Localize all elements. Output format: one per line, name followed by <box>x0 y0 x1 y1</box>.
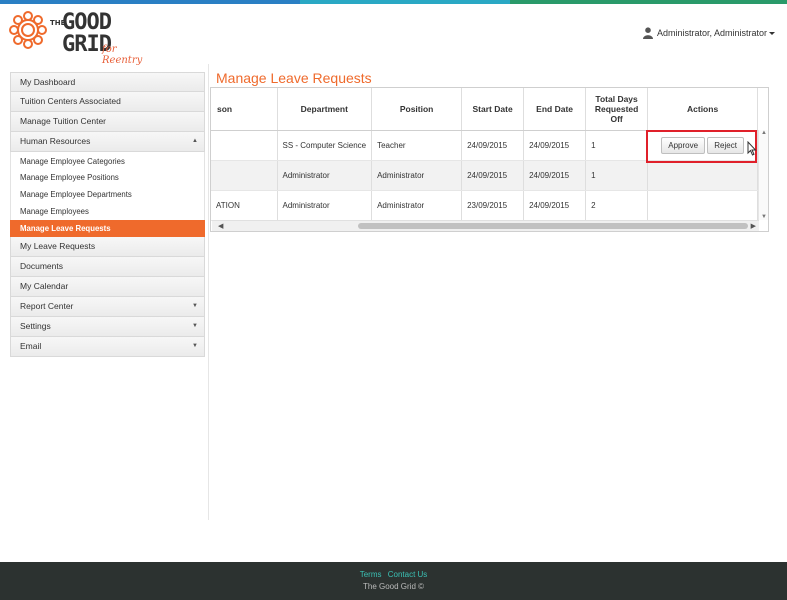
sidebar-item-manage-tuition-center[interactable]: Manage Tuition Center <box>10 112 205 132</box>
header-end-date[interactable]: End Date <box>523 88 587 131</box>
sidebar-item-label: My Dashboard <box>20 77 76 87</box>
sidebar-item-human-resources[interactable]: Human Resources ▲ <box>10 132 205 152</box>
sunflower-logo-icon <box>9 11 47 49</box>
scroll-left-icon[interactable]: ◀ <box>218 222 223 230</box>
scroll-down-icon[interactable]: ▼ <box>761 214 767 220</box>
highlight-box <box>646 130 757 163</box>
cell-end-date: 24/09/2015 <box>523 160 587 191</box>
sidebar-item-settings[interactable]: Settings ▼ <box>10 317 205 337</box>
sidebar-item-tuition-centers-associated[interactable]: Tuition Centers Associated <box>10 92 205 112</box>
cell-actions <box>647 160 759 191</box>
user-icon <box>642 27 653 39</box>
chevron-down-icon: ▼ <box>192 343 198 349</box>
sidebar-item-manage-employee-positions[interactable]: Manage Employee Positions <box>10 169 205 186</box>
sidebar-item-label: Manage Tuition Center <box>20 116 106 126</box>
contact-us-link[interactable]: Contact Us <box>388 570 428 579</box>
sidebar-item-label: Manage Employee Positions <box>20 173 119 182</box>
cell-position: Teacher <box>371 130 463 161</box>
cell-department: Administrator <box>277 190 373 221</box>
sidebar-item-email[interactable]: Email ▼ <box>10 337 205 357</box>
sidebar-item-label: Tuition Centers Associated <box>20 96 121 106</box>
header-department[interactable]: Department <box>277 88 373 131</box>
sidebar-item-manage-employee-categories[interactable]: Manage Employee Categories <box>10 152 205 169</box>
sidebar-item-manage-employee-departments[interactable]: Manage Employee Departments <box>10 186 205 203</box>
cell-department: Administrator <box>277 160 373 191</box>
sidebar-item-my-leave-requests[interactable]: My Leave Requests <box>10 237 205 257</box>
table-row[interactable]: ATION Administrator Administrator 23/09/… <box>211 190 759 221</box>
sidebar-item-label: My Leave Requests <box>20 241 96 251</box>
cell-end-date: 24/09/2015 <box>523 130 587 161</box>
cell-department: SS - Computer Science <box>277 130 373 161</box>
sidebar-item-label: Manage Leave Requests <box>20 224 111 233</box>
sidebar-item-my-calendar[interactable]: My Calendar <box>10 277 205 297</box>
table-row[interactable]: Administrator Administrator 24/09/2015 2… <box>211 160 759 191</box>
cell-total-days: 2 <box>585 190 649 221</box>
sidebar-item-label: Manage Employees <box>20 207 89 216</box>
logo[interactable]: THE GOOD GRID for Reentry <box>8 10 148 66</box>
cell-start-date: 24/09/2015 <box>461 160 525 191</box>
header-actions: Actions <box>647 88 759 131</box>
cell-reason <box>211 160 278 191</box>
chevron-down-icon: ▼ <box>192 303 198 309</box>
sidebar-item-my-dashboard[interactable]: My Dashboard <box>10 72 205 92</box>
logo-good: GOOD <box>62 10 112 35</box>
cell-position: Administrator <box>371 190 463 221</box>
cell-reason: ATION <box>211 190 278 221</box>
sidebar-item-label: Manage Employee Departments <box>20 190 132 199</box>
terms-link[interactable]: Terms <box>360 570 382 579</box>
footer: Terms Contact Us The Good Grid © <box>0 562 787 600</box>
header-reason[interactable]: son <box>211 88 278 131</box>
logo-tagline: for Reentry <box>102 44 143 66</box>
mouse-cursor-icon <box>747 141 757 156</box>
scroll-right-icon[interactable]: ▶ <box>751 222 756 230</box>
content-divider <box>208 64 209 520</box>
sidebar-item-label: Report Center <box>20 301 74 311</box>
copyright: The Good Grid © <box>362 582 425 591</box>
cell-total-days: 1 <box>585 160 649 191</box>
sidebar-item-manage-employees[interactable]: Manage Employees <box>10 203 205 220</box>
chevron-down-icon <box>769 31 775 35</box>
sidebar-item-label: Settings <box>20 321 51 331</box>
cell-total-days: 1 <box>585 130 649 161</box>
header-position[interactable]: Position <box>371 88 463 131</box>
header-start-date[interactable]: Start Date <box>461 88 525 131</box>
chevron-down-icon: ▼ <box>192 323 198 329</box>
scroll-up-icon[interactable]: ▲ <box>761 130 767 136</box>
sidebar-item-label: Documents <box>20 261 63 271</box>
cell-position: Administrator <box>371 160 463 191</box>
scrollbar-thumb[interactable] <box>358 223 748 229</box>
sidebar-item-label: Manage Employee Categories <box>20 157 125 166</box>
sidebar-item-label: Email <box>20 341 42 351</box>
user-menu[interactable]: Administrator, Administrator <box>642 27 775 39</box>
cell-end-date: 24/09/2015 <box>523 190 587 221</box>
header-total-days[interactable]: Total Days Requested Off <box>585 88 649 131</box>
header: THE GOOD GRID for Reentry Administrator,… <box>0 4 787 66</box>
cell-actions <box>647 190 759 221</box>
sidebar-item-label: Human Resources <box>20 136 91 146</box>
chevron-up-icon: ▲ <box>192 138 198 144</box>
page-title: Manage Leave Requests <box>216 70 372 86</box>
sidebar-item-report-center[interactable]: Report Center ▼ <box>10 297 205 317</box>
sidebar: My Dashboard Tuition Centers Associated … <box>10 72 205 357</box>
logo-the: THE <box>50 19 66 27</box>
user-name: Administrator, Administrator <box>656 28 767 38</box>
sidebar-item-label: My Calendar <box>20 281 69 291</box>
cell-start-date: 24/09/2015 <box>461 130 525 161</box>
cell-start-date: 23/09/2015 <box>461 190 525 221</box>
table-vertical-scrollbar[interactable]: ▲ ▼ <box>758 130 768 220</box>
sidebar-item-manage-leave-requests[interactable]: Manage Leave Requests <box>10 220 205 237</box>
sidebar-item-documents[interactable]: Documents <box>10 257 205 277</box>
cell-reason <box>211 130 278 161</box>
table-horizontal-scrollbar[interactable]: ◀ ▶ <box>212 220 759 231</box>
